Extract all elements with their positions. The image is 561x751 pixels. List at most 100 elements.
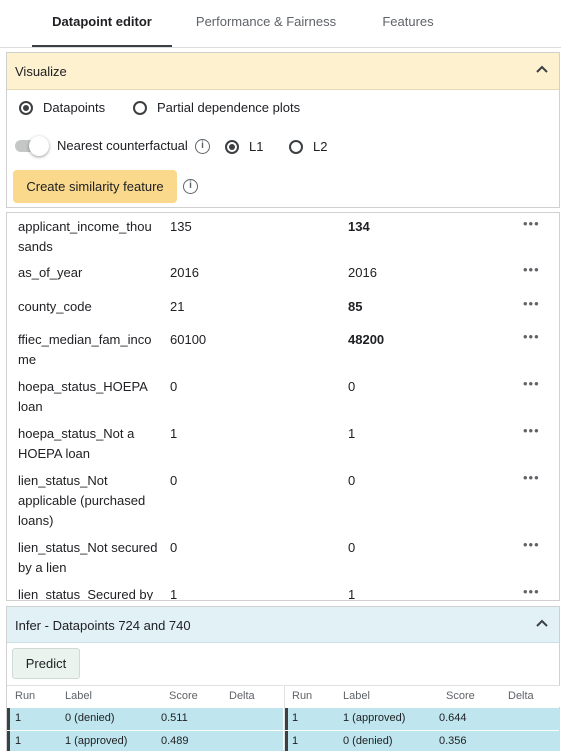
feature-name: hoepa_status_Not a HOEPA loan bbox=[18, 426, 135, 461]
radio-datapoints-label: Datapoints bbox=[43, 100, 106, 115]
more-horiz-icon[interactable]: ••• bbox=[523, 330, 540, 344]
more-horiz-icon[interactable]: ••• bbox=[523, 424, 540, 438]
result-run: 1 bbox=[292, 712, 299, 724]
tab-features[interactable]: Features bbox=[366, 0, 450, 47]
result-row: 1 1 (approved) 0.489 bbox=[7, 731, 283, 751]
chevron-up-icon[interactable] bbox=[535, 617, 549, 631]
result-score: 0.644 bbox=[439, 712, 467, 724]
feature-value-counterfactual: 0 bbox=[348, 473, 356, 488]
more-horiz-icon[interactable]: ••• bbox=[523, 585, 540, 599]
visualize-panel: Visualize Datapoints Partial dependence … bbox=[6, 52, 560, 208]
header-score: Score bbox=[169, 690, 198, 702]
radio-l2[interactable]: L2 bbox=[289, 139, 327, 154]
active-tab-indicator bbox=[32, 45, 172, 47]
tab-label: Performance & Fairness bbox=[195, 14, 337, 29]
feature-value-counterfactual: 2016 bbox=[348, 265, 377, 280]
feature-value-counterfactual: 48200 bbox=[348, 332, 385, 347]
header-delta: Delta bbox=[508, 690, 534, 702]
header-score: Score bbox=[446, 690, 475, 702]
feature-value-counterfactual: 0 bbox=[348, 540, 356, 555]
radio-l2-label: L2 bbox=[313, 139, 328, 154]
result-label: 1 (approved) bbox=[343, 712, 406, 724]
result-score: 0.356 bbox=[439, 735, 467, 747]
nearest-counterfactual-label: Nearest counterfactual bbox=[57, 138, 188, 153]
feature-value-counterfactual: 0 bbox=[348, 379, 356, 394]
results-header: Run Label Score Delta bbox=[7, 685, 283, 707]
feature-value-primary[interactable]: 135 bbox=[170, 217, 192, 237]
toggle-thumb bbox=[29, 136, 49, 156]
result-row: 1 0 (denied) 0.511 bbox=[7, 708, 283, 730]
predict-button[interactable]: Predict bbox=[12, 648, 80, 679]
create-similarity-feature-button[interactable]: Create similarity feature bbox=[13, 170, 177, 203]
feature-name: lien_status_Not secured by a lien bbox=[18, 540, 158, 575]
feature-name: county_code bbox=[18, 299, 92, 314]
radio-unchecked-icon bbox=[289, 139, 303, 154]
feature-value-primary[interactable]: 2016 bbox=[170, 263, 199, 283]
radio-checked-icon bbox=[19, 100, 33, 115]
feature-value-counterfactual: 85 bbox=[348, 299, 363, 314]
header-run: Run bbox=[292, 690, 313, 702]
feature-value-counterfactual: 134 bbox=[348, 219, 370, 234]
result-run: 1 bbox=[292, 735, 299, 747]
infer-title: Infer - Datapoints 724 and 740 bbox=[15, 618, 191, 633]
info-icon[interactable]: i bbox=[183, 179, 198, 194]
radio-unchecked-icon bbox=[133, 100, 147, 115]
feature-value-primary[interactable]: 0 bbox=[170, 377, 177, 397]
radio-partial-dependence[interactable]: Partial dependence plots bbox=[133, 100, 300, 115]
feature-value-primary[interactable]: 0 bbox=[170, 538, 177, 558]
radio-l1[interactable]: L1 bbox=[225, 139, 263, 154]
radio-datapoints[interactable]: Datapoints bbox=[19, 100, 105, 115]
visualize-title: Visualize bbox=[15, 64, 67, 79]
header-delta: Delta bbox=[229, 690, 255, 702]
result-label: 0 (denied) bbox=[343, 735, 393, 747]
feature-value-counterfactual: 1 bbox=[348, 426, 356, 441]
feature-name: as_of_year bbox=[18, 265, 83, 280]
header-run: Run bbox=[15, 690, 36, 702]
more-horiz-icon[interactable]: ••• bbox=[523, 377, 540, 391]
chevron-up-icon[interactable] bbox=[535, 63, 549, 77]
info-icon[interactable]: i bbox=[195, 139, 210, 154]
radio-l1-label: L1 bbox=[249, 139, 264, 154]
header-label: Label bbox=[65, 690, 92, 702]
radio-pdp-label: Partial dependence plots bbox=[157, 100, 301, 115]
feature-name: ffiec_median_fam_income bbox=[18, 332, 152, 367]
result-score: 0.489 bbox=[161, 735, 189, 747]
feature-name: lien_status_Secured by bbox=[18, 587, 154, 601]
result-run: 1 bbox=[15, 735, 22, 747]
visualize-header[interactable]: Visualize bbox=[7, 53, 559, 90]
header-label: Label bbox=[343, 690, 370, 702]
result-score: 0.511 bbox=[161, 712, 188, 724]
more-horiz-icon[interactable]: ••• bbox=[523, 538, 540, 552]
nearest-counterfactual-toggle[interactable] bbox=[15, 136, 51, 156]
tab-label: Features bbox=[382, 14, 434, 29]
results-header: Run Label Score Delta bbox=[285, 685, 560, 707]
result-run: 1 bbox=[15, 712, 22, 724]
infer-panel: Infer - Datapoints 724 and 740 Predict R… bbox=[6, 606, 560, 751]
feature-value-primary[interactable]: 21 bbox=[170, 297, 184, 317]
feature-value-primary[interactable]: 1 bbox=[170, 424, 177, 444]
feature-value-primary[interactable]: 60100 bbox=[170, 330, 206, 350]
feature-name: applicant_income_thousands bbox=[18, 219, 152, 254]
feature-value-primary[interactable]: 0 bbox=[170, 471, 177, 491]
results-table-right: Run Label Score Delta 1 1 (approved) 0.6… bbox=[284, 685, 560, 751]
more-horiz-icon[interactable]: ••• bbox=[523, 471, 540, 485]
feature-table[interactable]: applicant_income_thousands 135 134 ••• a… bbox=[6, 212, 560, 601]
results-table-left: Run Label Score Delta 1 0 (denied) 0.511… bbox=[7, 685, 283, 751]
result-label: 0 (denied) bbox=[65, 712, 115, 724]
tab-bar: Datapoint editor Performance & Fairness … bbox=[0, 0, 561, 48]
radio-checked-icon bbox=[225, 139, 239, 154]
feature-value-counterfactual: 1 bbox=[348, 587, 356, 601]
result-row: 1 1 (approved) 0.644 bbox=[285, 708, 560, 730]
feature-name: hoepa_status_HOEPA loan bbox=[18, 379, 148, 414]
tab-performance-fairness[interactable]: Performance & Fairness bbox=[186, 0, 346, 47]
infer-header[interactable]: Infer - Datapoints 724 and 740 bbox=[7, 607, 559, 643]
tab-label: Datapoint editor bbox=[52, 14, 152, 29]
feature-value-primary[interactable]: 1 bbox=[170, 585, 177, 600]
more-horiz-icon[interactable]: ••• bbox=[523, 263, 540, 277]
more-horiz-icon[interactable]: ••• bbox=[523, 217, 540, 231]
tab-datapoint-editor[interactable]: Datapoint editor bbox=[32, 0, 172, 47]
feature-name: lien_status_Not applicable (purchased lo… bbox=[18, 473, 146, 528]
more-horiz-icon[interactable]: ••• bbox=[523, 297, 540, 311]
result-row: 1 0 (denied) 0.356 bbox=[285, 731, 560, 751]
result-label: 1 (approved) bbox=[65, 735, 128, 747]
